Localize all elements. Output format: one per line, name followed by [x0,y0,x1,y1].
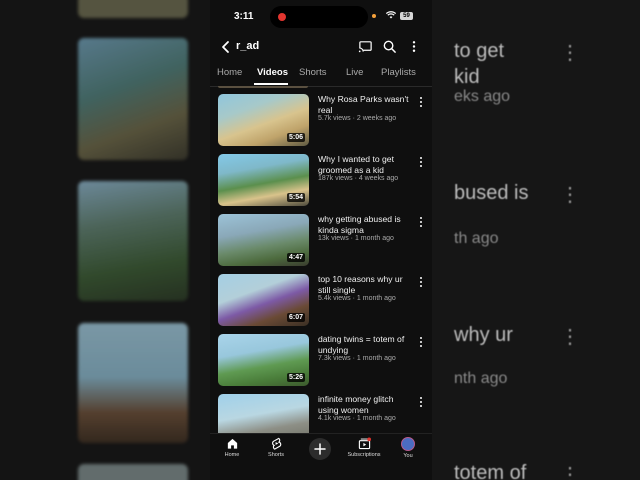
nav-label: You [403,453,413,459]
video-duration: 6:07 [286,313,305,322]
recording-indicator-icon [278,13,286,21]
nav-home[interactable]: Home [212,437,252,458]
video-item[interactable]: 5:06 Why Rosa Parks wasn't real 5.7k vie… [210,94,432,150]
blurred-thumbnail [78,181,188,301]
nav-label: Home [224,452,240,458]
video-title[interactable]: why getting abused is kinda sigma [318,214,414,235]
nav-shorts[interactable]: Shorts [256,437,296,458]
nav-subscriptions[interactable]: Subscriptions [344,437,384,458]
blurred-background-left [0,0,210,480]
video-item[interactable]: 5:26 dating twins = totem of undying 7.3… [210,334,432,390]
video-meta: 187k views · 4 weeks ago [318,175,399,182]
shorts-icon [271,437,281,450]
video-duration: 5:06 [286,133,305,142]
back-arrow-icon[interactable] [218,39,234,55]
search-icon[interactable] [382,39,397,54]
video-duration: 5:26 [286,373,305,382]
channel-name: r_ad [236,40,260,52]
phone-screen: 3:11 59 r_ad Home Videos Shorts Live Pla… [210,0,432,480]
tab-shorts[interactable]: Shorts [299,67,326,78]
video-thumbnail[interactable]: 5:54 [218,154,309,206]
tab-home[interactable]: Home [217,67,242,78]
home-icon [227,438,237,449]
tab-live[interactable]: Live [346,67,363,78]
blurred-more-icon: ⋮ [560,326,580,348]
blurred-meta-fragment: eks ago [454,88,511,105]
video-thumbnail[interactable]: 5:06 [218,94,309,146]
blurred-title-fragment: bused is [454,182,529,204]
create-plus-icon [314,443,326,455]
active-tab-indicator [254,83,288,85]
bottom-navigation: Home Shorts Subscriptions You [210,433,432,480]
video-more-icon[interactable] [418,396,424,408]
blurred-title-fragment: why ur [454,324,513,346]
video-meta: 5.7k views · 2 weeks ago [318,115,397,122]
blurred-more-icon: ⋮ [560,184,580,206]
privacy-dot-icon [372,14,376,18]
video-thumbnail[interactable]: 6:07 [218,274,309,326]
video-duration: 5:54 [286,193,305,202]
tab-videos[interactable]: Videos [257,67,288,78]
wifi-icon [386,11,396,19]
video-title[interactable]: top 10 reasons why ur still single [318,274,414,295]
video-title[interactable]: infinite money glitch using women [318,394,414,415]
video-title[interactable]: Why I wanted to get groomed as a kid [318,154,414,175]
video-more-icon[interactable] [418,156,424,168]
blurred-thumbnail [78,323,188,443]
blurred-meta-fragment: nth ago [454,370,508,387]
channel-tabs: Home Videos Shorts Live Playlists [210,62,432,87]
video-item[interactable]: 5:54 Why I wanted to get groomed as a ki… [210,154,432,210]
video-more-icon[interactable] [418,276,424,288]
video-meta: 5.4k views · 1 month ago [318,295,396,302]
video-meta: 13k views · 1 month ago [318,235,394,242]
blurred-background-right: to get kid eks ago ⋮ bused is th ago ⋮ w… [432,0,640,480]
blurred-thumbnail [78,464,188,480]
blurred-meta-fragment: th ago [454,230,499,247]
avatar [401,437,415,451]
video-thumbnail[interactable]: 4:47 [218,214,309,266]
blurred-thumbnail [78,38,188,160]
video-title[interactable]: Why Rosa Parks wasn't real [318,94,414,115]
more-options-icon[interactable] [408,39,420,54]
nav-label: Subscriptions [347,452,381,458]
video-title[interactable]: dating twins = totem of undying [318,334,414,355]
status-time: 3:11 [234,11,254,22]
video-item[interactable]: 6:07 top 10 reasons why ur still single … [210,274,432,330]
dynamic-island [270,6,368,28]
video-more-icon[interactable] [418,216,424,228]
status-bar: 3:11 59 [210,0,432,32]
blurred-title-fragment: kid [454,66,480,88]
video-item[interactable]: 4:47 why getting abused is kinda sigma 1… [210,214,432,270]
blurred-thumbnail [78,0,188,18]
blurred-title-fragment: totem of [454,462,527,480]
subscriptions-icon [358,437,371,450]
video-thumbnail[interactable]: 5:26 [218,334,309,386]
video-more-icon[interactable] [418,336,424,348]
video-meta: 7.3k views · 1 month ago [318,355,396,362]
nav-label: Shorts [268,452,284,458]
video-duration: 4:47 [286,253,305,262]
create-button[interactable] [309,438,331,460]
video-meta: 4.1k views · 1 month ago [318,415,396,422]
nav-you[interactable]: You [388,437,428,459]
cast-icon[interactable] [358,39,373,54]
channel-header: r_ad [210,34,432,60]
video-more-icon[interactable] [418,96,424,108]
battery-icon: 59 [400,12,413,20]
blurred-title-fragment: to get [454,40,505,62]
blurred-more-icon: ⋮ [560,464,580,480]
previous-thumbnail-edge [218,86,308,88]
blurred-more-icon: ⋮ [560,42,580,64]
tab-playlists[interactable]: Playlists [381,67,416,78]
